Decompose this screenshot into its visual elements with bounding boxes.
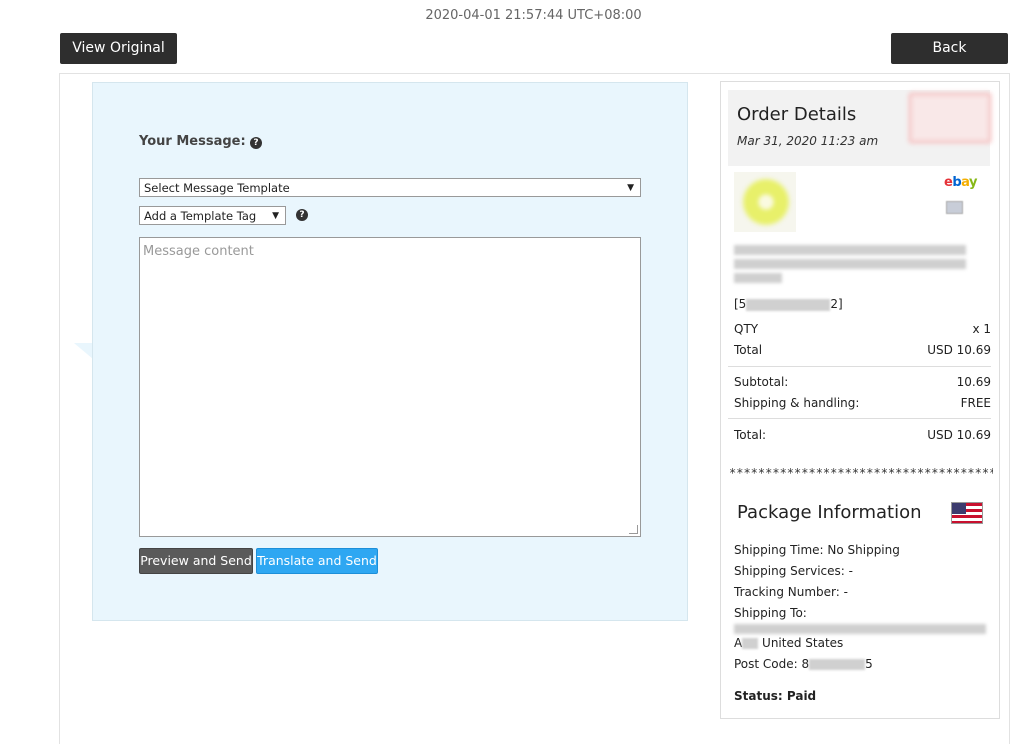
help-icon[interactable]: ? xyxy=(250,137,262,149)
address-redacted xyxy=(734,624,986,634)
shipping-to-label: Shipping To: xyxy=(734,606,807,620)
order-stamp-icon xyxy=(908,92,992,144)
product-title-redacted xyxy=(734,273,782,283)
sku-redacted xyxy=(746,298,831,311)
shipping-services: Shipping Services: - xyxy=(734,564,853,578)
tag-help-icon[interactable]: ? xyxy=(296,209,308,221)
qty-value: x 1 xyxy=(972,322,991,336)
message-template-select-value: Select Message Template xyxy=(144,181,290,195)
product-image xyxy=(742,178,790,226)
shipping-time: Shipping Time: No Shipping xyxy=(734,543,900,557)
view-original-button[interactable]: View Original xyxy=(60,33,177,64)
shipping-label: Shipping & handling: xyxy=(734,396,860,410)
state-redacted xyxy=(742,638,759,649)
flag-canton xyxy=(952,503,966,514)
sku-suffix: 2] xyxy=(830,297,843,311)
message-template-select[interactable]: Select Message Template ▼ xyxy=(139,178,641,197)
qty-label: QTY xyxy=(734,322,759,336)
your-message-label: Your Message: xyxy=(139,134,246,149)
post-code-redacted xyxy=(809,659,866,670)
preview-and-send-button[interactable]: Preview and Send xyxy=(139,548,253,574)
post-code: Post Code: 8 5 xyxy=(734,657,873,671)
post-code-label: Post Code: 8 xyxy=(734,657,810,671)
order-date: Mar 31, 2020 11:23 am xyxy=(737,134,879,148)
caret-down-icon: ▼ xyxy=(627,183,634,193)
subtotal-value: 10.69 xyxy=(956,375,991,389)
translate-and-send-button[interactable]: Translate and Send xyxy=(256,548,378,574)
grand-total-value: USD 10.69 xyxy=(927,428,991,442)
divider xyxy=(728,366,991,367)
ebay-logo-icon: ebay xyxy=(944,175,977,190)
message-timestamp: 2020-04-01 21:57:44 UTC+08:00 xyxy=(425,8,642,23)
back-button[interactable]: Back xyxy=(891,33,1008,64)
order-details-title: Order Details xyxy=(737,104,857,125)
product-sku: [5 2] xyxy=(734,297,843,311)
template-tag-select-value: Add a Template Tag xyxy=(144,209,257,223)
section-separator: ****************************************… xyxy=(729,466,993,480)
grand-total-label: Total: xyxy=(734,428,767,442)
item-total-value: USD 10.69 xyxy=(927,343,991,357)
compose-pointer xyxy=(74,343,93,359)
caret-down-icon: ▼ xyxy=(272,211,279,221)
package-information-title: Package Information xyxy=(737,502,922,523)
message-content-textarea[interactable]: Message content xyxy=(139,237,641,537)
product-title-redacted xyxy=(734,259,966,269)
order-status: Status: Paid xyxy=(734,689,817,703)
shipping-value: FREE xyxy=(960,396,991,410)
item-total-label: Total xyxy=(734,343,763,357)
country-name: United States xyxy=(762,636,844,650)
message-placeholder: Message content xyxy=(143,244,254,259)
resize-handle-icon[interactable] xyxy=(629,525,638,534)
grand-total-row: Total: USD 10.69 xyxy=(734,428,991,442)
subtotal-label: Subtotal: xyxy=(734,375,789,389)
sku-prefix: [5 xyxy=(734,297,747,311)
subtotal-row: Subtotal: 10.69 xyxy=(734,375,991,389)
tracking-number: Tracking Number: - xyxy=(734,585,848,599)
item-total-row: Total USD 10.69 xyxy=(734,343,991,357)
shipping-row: Shipping & handling: FREE xyxy=(734,396,991,410)
site-flag-icon xyxy=(946,201,963,214)
template-tag-select[interactable]: Add a Template Tag ▼ xyxy=(139,206,286,225)
post-code-suffix: 5 xyxy=(865,657,873,671)
qty-row: QTY x 1 xyxy=(734,322,991,336)
product-title-redacted xyxy=(734,245,966,255)
us-flag-icon xyxy=(951,502,983,524)
shipping-country: A United States xyxy=(734,636,843,650)
country-prefix: A xyxy=(734,636,743,650)
divider xyxy=(728,418,991,419)
